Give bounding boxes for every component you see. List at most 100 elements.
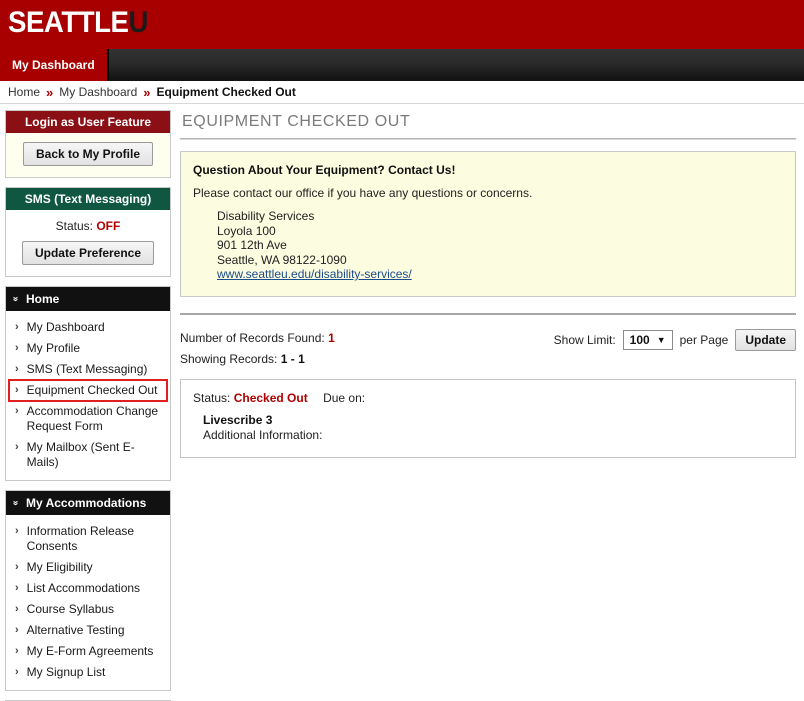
sidebar-item-label: Course Syllabus	[26, 602, 115, 616]
chevron-right-icon: ›	[15, 525, 19, 537]
main-navbar: My Dashboard	[0, 49, 804, 81]
sidebar-item-sms-text-messaging[interactable]: › SMS (Text Messaging)	[6, 359, 170, 380]
breadcrumb-separator-icon: »	[46, 84, 54, 100]
update-preference-button[interactable]: Update Preference	[21, 241, 155, 265]
sidebar-item-my-mailbox[interactable]: › My Mailbox (Sent E-Mails)	[6, 437, 170, 473]
breadcrumb-home[interactable]: Home	[8, 85, 40, 99]
breadcrumb-my-dashboard[interactable]: My Dashboard	[59, 85, 137, 99]
show-limit-value: 100	[629, 332, 650, 347]
nav-section-my-accommodations-title: My Accommodations	[26, 496, 147, 510]
contact-address: Disability Services Loyola 100 901 12th …	[217, 209, 783, 282]
chevron-right-icon: ›	[15, 561, 19, 573]
logo-text-u: U	[128, 6, 148, 39]
sidebar-item-my-signup-list[interactable]: › My Signup List	[6, 662, 170, 683]
sms-status: Status: OFF	[12, 219, 164, 233]
contact-notice-box: Question About Your Equipment? Contact U…	[180, 151, 796, 297]
records-showing-line: Showing Records: 1 - 1	[180, 349, 335, 370]
nav-section-my-accommodations-header[interactable]: » My Accommodations	[6, 491, 170, 515]
sidebar-item-my-e-form-agreements[interactable]: › My E-Form Agreements	[6, 641, 170, 662]
page-body: Login as User Feature Back to My Profile…	[0, 104, 804, 701]
nav-section-my-accommodations-list: › Information Release Consents › My Elig…	[6, 515, 170, 690]
nav-section-my-accommodations: » My Accommodations › Information Releas…	[5, 490, 171, 691]
sms-panel: SMS (Text Messaging) Status: OFF Update …	[5, 187, 171, 277]
nav-section-home-list: › My Dashboard › My Profile › SMS (Text …	[6, 311, 170, 480]
sidebar-item-alternative-testing[interactable]: › Alternative Testing	[6, 620, 170, 641]
equipment-record-card: Status: Checked Out Due on: Livescribe 3…	[180, 378, 796, 458]
disability-services-link[interactable]: www.seattleu.edu/disability-services/	[217, 267, 412, 281]
sidebar-item-my-profile[interactable]: › My Profile	[6, 338, 170, 359]
back-to-my-profile-button[interactable]: Back to My Profile	[22, 142, 154, 166]
sidebar-item-information-release-consents[interactable]: › Information Release Consents	[6, 521, 170, 557]
sms-panel-body: Status: OFF Update Preference	[6, 210, 170, 276]
sidebar-item-label: List Accommodations	[26, 581, 141, 595]
main-content: EQUIPMENT CHECKED OUT Question About You…	[176, 104, 804, 458]
records-showing-label: Showing Records:	[180, 351, 278, 366]
address-line: Seattle, WA 98122-1090	[217, 252, 347, 267]
show-limit-controls: Show Limit: 100 ▼ per Page Update	[554, 328, 796, 351]
sidebar-item-my-eligibility[interactable]: › My Eligibility	[6, 557, 170, 578]
record-due-label: Due on:	[323, 390, 366, 405]
chevron-right-icon: ›	[15, 666, 19, 678]
chevron-right-icon: ›	[15, 624, 19, 636]
show-limit-label: Show Limit:	[553, 332, 616, 347]
records-toolbar: Number of Records Found: 1 Showing Recor…	[180, 328, 796, 370]
chevron-right-icon: ›	[15, 363, 19, 375]
address-line: Loyola 100	[217, 223, 276, 238]
login-as-user-panel: Login as User Feature Back to My Profile	[5, 110, 171, 178]
login-as-user-panel-title: Login as User Feature	[6, 111, 170, 133]
sidebar-item-label: My Mailbox (Sent E-Mails)	[26, 440, 135, 469]
seattle-u-logo[interactable]: SEATTLEU	[8, 7, 148, 39]
nav-section-home: » Home › My Dashboard › My Profile › SMS…	[5, 286, 171, 481]
breadcrumb: Home » My Dashboard » Equipment Checked …	[0, 81, 804, 104]
sidebar: Login as User Feature Back to My Profile…	[0, 104, 176, 701]
record-status-label: Status:	[193, 390, 231, 405]
section-divider	[180, 312, 796, 315]
sidebar-item-label: My Profile	[26, 341, 81, 355]
sidebar-item-label: My Signup List	[26, 665, 106, 679]
chevron-right-icon: ›	[15, 645, 19, 657]
tab-my-dashboard[interactable]: My Dashboard	[0, 49, 109, 81]
sms-status-label: Status:	[55, 219, 93, 233]
chevron-right-icon: ›	[15, 405, 19, 417]
chevron-right-icon: ›	[15, 603, 19, 615]
chevron-down-icon: ▼	[656, 334, 666, 345]
chevron-right-icon: ›	[15, 384, 19, 396]
show-limit-select[interactable]: 100 ▼	[622, 329, 673, 350]
per-page-label: per Page	[679, 332, 729, 347]
records-showing-range: 1 - 1	[280, 351, 305, 366]
update-button[interactable]: Update	[735, 328, 796, 351]
chevron-right-icon: ›	[15, 441, 19, 453]
sidebar-item-course-syllabus[interactable]: › Course Syllabus	[6, 599, 170, 620]
contact-notice-subtitle: Please contact our office if you have an…	[193, 186, 533, 200]
sidebar-item-label: My Eligibility	[26, 560, 93, 574]
address-line: 901 12th Ave	[217, 238, 287, 252]
records-found-label: Number of Records Found:	[180, 330, 325, 345]
title-divider	[180, 138, 796, 140]
record-additional-label: Additional Information:	[203, 427, 323, 442]
chevron-right-icon: ›	[15, 342, 19, 354]
sidebar-item-my-dashboard[interactable]: › My Dashboard	[6, 317, 170, 338]
site-banner: SEATTLEU	[0, 0, 804, 49]
sms-panel-title: SMS (Text Messaging)	[6, 188, 170, 210]
address-line: Disability Services	[217, 209, 315, 223]
sidebar-item-label: My E-Form Agreements	[26, 644, 154, 658]
contact-notice-title: Question About Your Equipment? Contact U…	[193, 163, 456, 177]
sidebar-item-label: Accommodation Change Request Form	[26, 404, 159, 433]
sidebar-item-label: Alternative Testing	[26, 623, 125, 637]
sidebar-item-label: SMS (Text Messaging)	[26, 362, 148, 376]
page-title: EQUIPMENT CHECKED OUT	[182, 113, 411, 130]
breadcrumb-current: Equipment Checked Out	[156, 85, 296, 99]
nav-section-home-title: Home	[26, 292, 60, 306]
double-chevron-down-icon: »	[11, 296, 23, 302]
nav-section-home-header[interactable]: » Home	[6, 287, 170, 311]
sidebar-item-equipment-checked-out[interactable]: › Equipment Checked Out	[8, 379, 168, 402]
records-summary: Number of Records Found: 1 Showing Recor…	[180, 328, 335, 370]
record-additional-info: Additional Information:	[203, 428, 783, 443]
login-as-user-panel-body: Back to My Profile	[6, 133, 170, 177]
sidebar-item-accommodation-change-request-form[interactable]: › Accommodation Change Request Form	[6, 401, 170, 437]
sidebar-item-list-accommodations[interactable]: › List Accommodations	[6, 578, 170, 599]
chevron-right-icon: ›	[15, 582, 19, 594]
logo-text-seattle: SEATTLE	[8, 6, 129, 39]
double-chevron-down-icon: »	[11, 500, 23, 506]
records-found-count: 1	[328, 330, 335, 345]
